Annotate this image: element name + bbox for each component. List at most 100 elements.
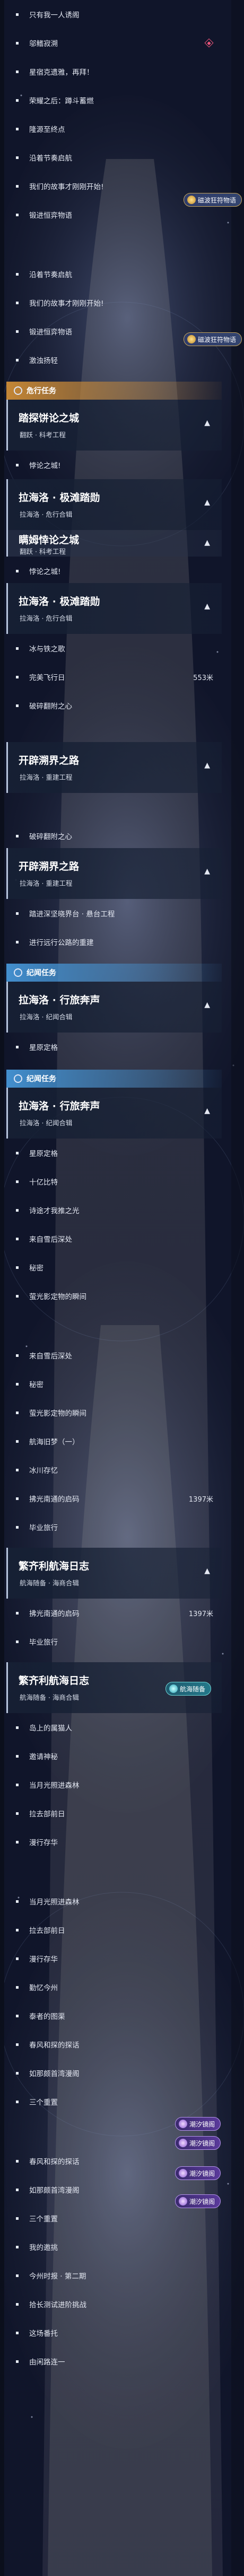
quest-group-header[interactable]: 踏探饼论之城 翻跃 · 科考工程 ▲ — [6, 400, 222, 451]
category-icon — [14, 386, 22, 395]
list-item-label: 三个重置 — [29, 2098, 58, 2107]
quest-group-subtitle: 航海随备 · 海商合辑 — [20, 1693, 79, 1701]
bullet-icon — [16, 940, 19, 943]
list-item[interactable]: 萤光影定物的瞬间 — [6, 1282, 222, 1310]
list-item[interactable]: 如那颇首湾漫阁 — [6, 2059, 222, 2087]
collapse-caret-icon[interactable]: ▲ — [204, 1001, 210, 1009]
list-item[interactable]: 激浊扬轻 — [6, 346, 222, 374]
bullet-icon — [16, 330, 19, 333]
list-item[interactable]: 荣耀之后：蹲斗蓄燃 — [6, 86, 222, 114]
quest-group-header[interactable]: 拉海洛 · 极滩踏勋 拉海洛 · 危行合辑 ▲ — [6, 479, 222, 530]
event-badge[interactable]: 潮汐镜阁 — [175, 2194, 221, 2208]
list-item[interactable]: 冰川存忆 — [6, 1455, 222, 1484]
list-item[interactable]: 泰者的图渠 — [6, 2001, 222, 2030]
collapse-caret-icon[interactable]: ▲ — [204, 419, 210, 427]
event-badge[interactable]: 航海随备 — [165, 1682, 212, 1696]
collapse-caret-icon[interactable]: ▲ — [204, 1567, 210, 1575]
quest-group-subtitle: 拉海洛 · 重建工程 — [20, 773, 73, 781]
bullet-icon — [16, 127, 19, 130]
list-item[interactable]: 我的邀挑 — [6, 2233, 222, 2261]
list-item-label: 萤光影定物的瞬间 — [29, 1293, 86, 1301]
list-item-label: 拂光南通的启码 — [29, 1495, 80, 1504]
quest-group-subtitle: 拉海洛 · 纪闻合辑 — [20, 1013, 73, 1021]
event-badge[interactable]: 潮汐镜阁 — [175, 2166, 221, 2180]
list-item[interactable]: 邀请神秘 — [6, 1742, 222, 1770]
category-icon — [14, 968, 22, 977]
list-item[interactable]: 当月光照进森林 — [6, 1770, 222, 1799]
list-item[interactable]: 邬鳍寂溯 — [6, 29, 222, 57]
list-item[interactable]: 沿着节奏启航 — [6, 260, 222, 288]
list-item[interactable]: 我们的故事才刚刚开始! — [6, 288, 222, 317]
list-item[interactable]: 毕业旅行 — [6, 1627, 222, 1656]
list-item[interactable]: 来自雪后深处 — [6, 1341, 222, 1370]
bullet-icon — [16, 1986, 19, 1989]
list-item[interactable]: 拾长测试进阶挑战 — [6, 2290, 222, 2318]
list-item[interactable]: 春风和探的探话 — [6, 2030, 222, 2059]
collapse-caret-icon[interactable]: ▲ — [204, 1107, 210, 1115]
list-item[interactable]: 诗途才我推之光 — [6, 1196, 222, 1224]
bullet-icon — [16, 1957, 19, 1960]
list-item[interactable]: 毕业旅行 — [6, 1513, 222, 1541]
list-item[interactable]: 今州时报 · 第二期 — [6, 2261, 222, 2290]
list-item[interactable]: 进行远行公路的重建 — [6, 928, 222, 956]
list-item[interactable]: 秘密 — [6, 1370, 222, 1398]
list-item[interactable]: 秘密 — [6, 1253, 222, 1282]
list-item[interactable]: 这场番托 — [6, 2318, 222, 2347]
category-label: 危行任务 — [27, 387, 56, 395]
quest-group-header[interactable]: 拉海洛 · 极滩踏勋 拉海洛 · 危行合辑 ▲ — [6, 583, 222, 634]
list-item[interactable]: 破碎翻附之心 — [6, 691, 222, 720]
list-item[interactable]: 只有我一人诱阁 — [6, 0, 222, 29]
list-item-label: 漫行存华 — [29, 1955, 58, 1964]
collapse-caret-icon[interactable]: ▲ — [204, 498, 210, 507]
event-badge[interactable]: 磁波狂符物语 — [184, 332, 242, 346]
list-item[interactable]: 冰与铁之歌 — [6, 634, 222, 663]
list-item[interactable]: 萤光影定物的瞬间 — [6, 1398, 222, 1427]
quest-group-title: 拉海洛 · 极滩踏勋 — [19, 596, 100, 607]
list-item-label: 拉去部前日 — [29, 1927, 65, 1935]
list-item[interactable]: 当月光照进森林 — [6, 1887, 222, 1916]
quest-group-header[interactable]: 繁齐利航海日志航海随备 · 海商合辑 ▲ — [6, 1548, 222, 1599]
bullet-icon — [16, 704, 19, 707]
list-item[interactable]: 破碎翻附之心 — [6, 822, 222, 850]
collapse-caret-icon[interactable]: ▲ — [204, 539, 210, 547]
list-item[interactable]: 踏进深坚晓界台 · 悬台工程 — [6, 899, 222, 928]
list-item-label: 悖论之城! — [29, 462, 61, 470]
quest-group-header[interactable]: 拉海洛 · 行旅奔声 拉海洛 · 纪闻合辑 ▲ — [6, 982, 222, 1033]
event-badge[interactable]: 潮汐镜阁 — [175, 2117, 221, 2131]
list-item[interactable]: 悖论之城! — [6, 451, 222, 479]
list-item[interactable]: 拉去部前日 — [6, 1916, 222, 1944]
list-item[interactable]: 由闲路连一 — [6, 2347, 222, 2376]
list-item[interactable]: 三个重置 — [6, 2087, 222, 2116]
list-item[interactable]: 勤忆今州 — [6, 1973, 222, 2001]
list-item[interactable]: 沿着节奏启航 — [6, 143, 222, 172]
list-item[interactable]: 拂光南通的启码 1397米 — [6, 1484, 222, 1513]
list-item[interactable]: 三个重置 — [6, 2204, 222, 2233]
collapse-caret-icon[interactable]: ▲ — [204, 867, 210, 876]
list-item-label: 破碎翻附之心 — [29, 833, 72, 841]
quest-group-title: 踏探饼论之城 — [19, 412, 80, 424]
list-item[interactable]: 悖论之城! — [6, 557, 222, 585]
quest-group-header[interactable]: 瞒姆悻论之城 翻跃 · 科考工程 ▲ — [6, 530, 222, 557]
list-item-label: 拉去部前日 — [29, 1810, 65, 1819]
list-item[interactable]: 漫行存华 — [6, 1944, 222, 1973]
quest-group-header[interactable]: 拉海洛 · 行旅奔声 拉海洛 · 纪闻合辑 ▲ — [6, 1088, 222, 1139]
list-item[interactable]: 拉去部前日 — [6, 1799, 222, 1828]
list-item[interactable]: 完美飞行日 553米 — [6, 663, 222, 691]
event-badge[interactable]: 潮汐镜阁 — [175, 2136, 221, 2150]
list-item[interactable]: 星宿克遗雅，再拜！ — [6, 57, 222, 86]
quest-group-header[interactable]: 开辟溯界之路 拉海洛 · 重建工程 ▲ — [6, 848, 222, 899]
list-item[interactable]: 岛上的属猫人 — [6, 1713, 222, 1742]
list-item[interactable]: 星原定格 — [6, 1139, 222, 1167]
list-item[interactable]: 拂光南通的启码 1397米 — [6, 1599, 222, 1627]
list-item[interactable]: 十亿比特 — [6, 1167, 222, 1196]
collapse-caret-icon[interactable]: ▲ — [204, 761, 210, 770]
collapse-caret-icon[interactable]: ▲ — [204, 602, 210, 611]
event-badge-icon — [179, 2120, 187, 2128]
list-item[interactable]: 漫行存华 — [6, 1828, 222, 1856]
event-badge[interactable]: 磁波狂符物语 — [184, 193, 242, 207]
list-item[interactable]: 来自雪后深处 — [6, 1224, 222, 1253]
list-item[interactable]: 星原定格 — [6, 1033, 222, 1061]
quest-group-header[interactable]: 开辟溯界之路 拉海洛 · 重建工程 ▲ — [6, 742, 222, 793]
list-item[interactable]: 航海旧梦（一） — [6, 1427, 222, 1455]
list-item[interactable]: 隆源至终点 — [6, 114, 222, 143]
